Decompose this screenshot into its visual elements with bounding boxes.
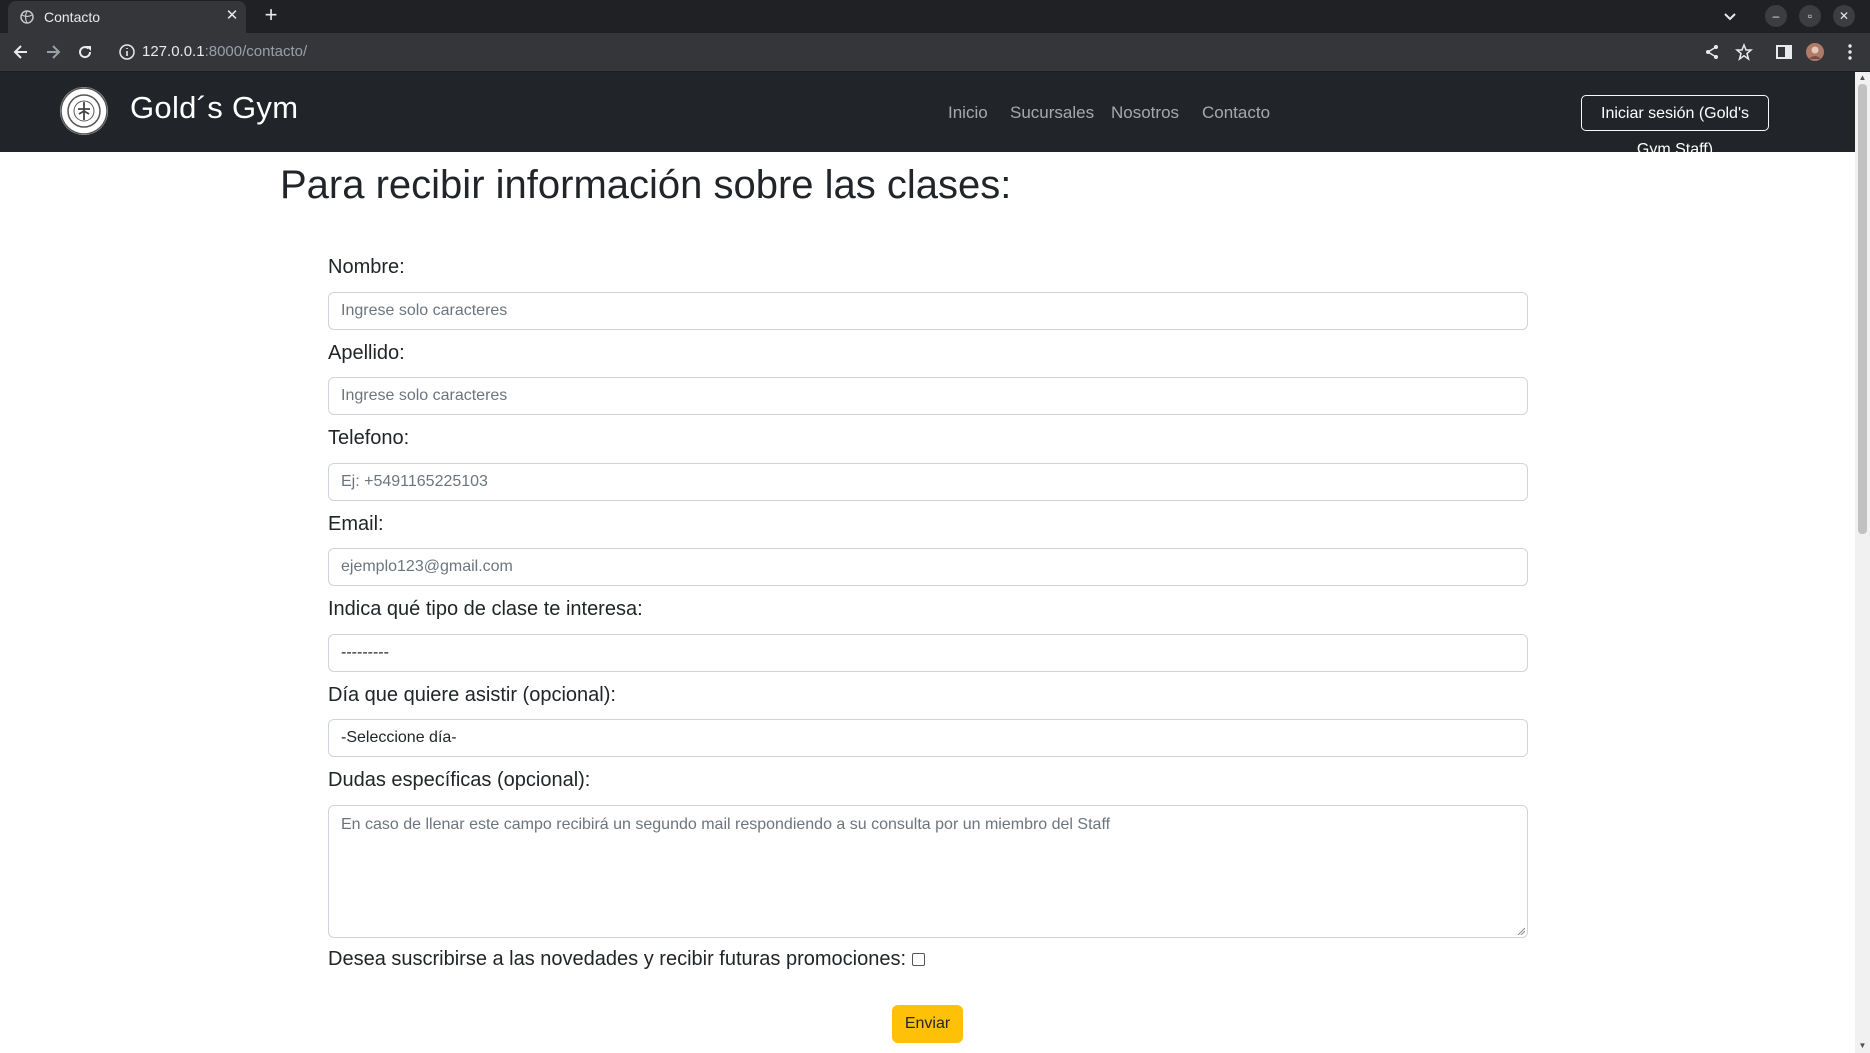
dia-label: Día que quiere asistir (opcional): xyxy=(328,684,616,706)
new-tab-icon[interactable]: + xyxy=(260,4,282,27)
browser-toolbar: 127.0.0.1:8000/contacto/ xyxy=(0,33,1870,72)
apellido-input[interactable]: Ingrese solo caracteres xyxy=(328,377,1528,415)
restore-icon[interactable]: ▫ xyxy=(1799,5,1821,27)
suscribirse-checkbox[interactable] xyxy=(912,953,926,967)
tab-title: Contacto xyxy=(44,9,101,25)
site-info-icon[interactable] xyxy=(117,42,137,62)
side-panel-icon[interactable] xyxy=(1774,42,1794,62)
nombre-label: Nombre: xyxy=(328,256,405,278)
kebab-menu-icon[interactable] xyxy=(1840,42,1860,62)
share-icon[interactable] xyxy=(1702,42,1722,62)
globe-icon xyxy=(20,10,34,24)
close-window-icon[interactable]: ✕ xyxy=(1833,5,1855,27)
dia-select[interactable]: -Seleccione día- xyxy=(328,719,1528,757)
nav-link-sucursales[interactable]: Sucursales xyxy=(1010,103,1094,123)
page-viewport: Gold´s Gym Inicio Sucursales Nosotros Co… xyxy=(0,72,1855,1053)
golds-gym-logo-icon[interactable] xyxy=(60,87,108,135)
telefono-input[interactable]: Ej: +5491165225103 xyxy=(328,463,1528,501)
scroll-up-icon[interactable]: ▲ xyxy=(1858,74,1867,82)
tipo-clase-label: Indica qué tipo de clase te interesa: xyxy=(328,598,643,620)
dudas-label: Dudas específicas (opcional): xyxy=(328,769,591,791)
page-title: Para recibir información sobre las clase… xyxy=(280,163,1012,207)
tipo-clase-select[interactable]: --------- xyxy=(328,634,1528,672)
suscribirse-row: Desea suscribirse a las novedades y reci… xyxy=(328,948,926,971)
back-icon[interactable] xyxy=(11,42,31,62)
browser-tabbar: Contacto ✕ + – ▫ ✕ xyxy=(0,0,1870,33)
staff-login-button[interactable]: Iniciar sesión (Gold's Gym Staff) xyxy=(1581,95,1769,158)
reload-icon[interactable] xyxy=(75,42,95,62)
profile-avatar-icon[interactable] xyxy=(1805,42,1825,62)
enviar-button[interactable]: Enviar xyxy=(892,1005,963,1043)
nav-link-nosotros[interactable]: Nosotros xyxy=(1111,103,1179,123)
bookmark-star-icon[interactable] xyxy=(1734,42,1754,62)
email-input[interactable]: ejemplo123@gmail.com xyxy=(328,548,1528,586)
chevron-down-icon[interactable] xyxy=(1720,6,1740,26)
page-scrollbar[interactable]: ▲ ▼ xyxy=(1855,72,1870,1053)
nav-link-contacto[interactable]: Contacto xyxy=(1202,103,1270,123)
minimize-icon[interactable]: – xyxy=(1765,5,1787,27)
dudas-textarea[interactable]: En caso de llenar este campo recibirá un… xyxy=(328,805,1528,938)
url-path: :8000/contacto/ xyxy=(204,43,308,60)
suscribirse-label: Desea suscribirse a las novedades y reci… xyxy=(328,948,907,970)
scroll-down-icon[interactable]: ▼ xyxy=(1858,1042,1867,1050)
address-bar[interactable]: 127.0.0.1:8000/contacto/ xyxy=(142,43,307,60)
scrollbar-thumb[interactable] xyxy=(1858,84,1867,534)
email-label: Email: xyxy=(328,513,384,535)
resize-grip-icon[interactable] xyxy=(1517,927,1525,935)
telefono-label: Telefono: xyxy=(328,427,410,449)
nombre-input[interactable]: Ingrese solo caracteres xyxy=(328,292,1528,330)
forward-icon[interactable] xyxy=(43,42,63,62)
dudas-placeholder: En caso de llenar este campo recibirá un… xyxy=(341,816,1111,833)
url-host: 127.0.0.1 xyxy=(142,43,205,60)
nav-link-inicio[interactable]: Inicio xyxy=(948,103,988,123)
site-brand[interactable]: Gold´s Gym xyxy=(130,90,298,126)
tab-close-icon[interactable]: ✕ xyxy=(223,7,241,25)
browser-tab[interactable]: Contacto ✕ xyxy=(8,1,246,33)
apellido-label: Apellido: xyxy=(328,342,405,364)
site-navbar: Gold´s Gym Inicio Sucursales Nosotros Co… xyxy=(0,72,1855,158)
